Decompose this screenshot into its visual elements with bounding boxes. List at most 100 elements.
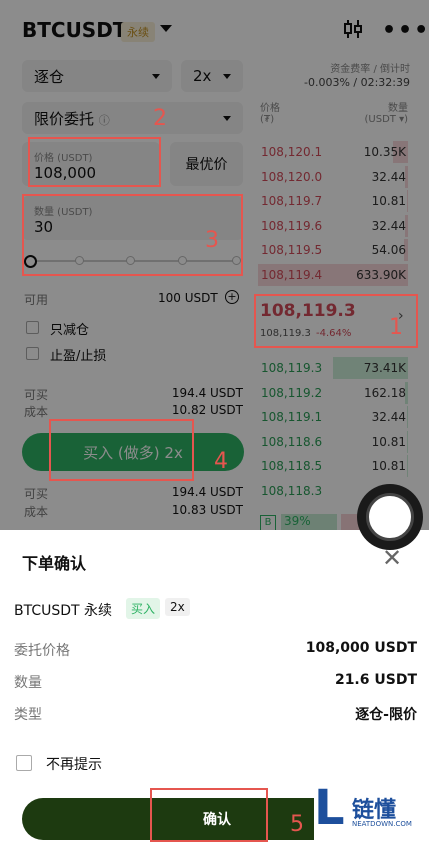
bid-price: 108,118.3 — [261, 483, 323, 498]
bid-row[interactable]: 108,119.3 73.41K — [258, 357, 408, 379]
bid-row[interactable]: 108,119.2 162.18 — [258, 381, 408, 404]
bid-price: 108,119.3 — [261, 361, 323, 375]
ob-qty-header: 数量 — [388, 103, 408, 114]
depth-bar — [406, 430, 408, 453]
bid-row[interactable]: 108,118.6 10.81 — [258, 430, 408, 453]
annotation-number: 1 — [389, 315, 403, 340]
ask-price: 108,119.5 — [261, 243, 323, 257]
buy-ratio-badge: B — [260, 515, 276, 531]
ask-row[interactable]: 108,120.0 32.44 — [258, 165, 408, 188]
margin-mode-select[interactable]: 逐仓 — [22, 60, 172, 92]
ask-qty: 10.35K — [363, 145, 406, 159]
reduce-only-checkbox[interactable] — [26, 321, 39, 334]
tp-sl-label: 止盈/止损 — [50, 349, 107, 364]
available-label: 可用 — [24, 293, 49, 307]
ob-price-unit: (₮) — [260, 114, 275, 125]
perpetual-badge: 永续 — [121, 22, 155, 42]
watermark-logo: L — [314, 780, 345, 836]
info-icon[interactable]: ⓘ — [99, 114, 110, 127]
ask-qty: 10.81 — [371, 194, 406, 208]
ask-row[interactable]: 108,119.4 633.90K — [258, 263, 408, 286]
ask-row[interactable]: 108,119.6 32.44 — [258, 214, 408, 237]
tp-sl-checkbox[interactable] — [26, 347, 39, 360]
reduce-only-label: 只减仓 — [50, 323, 90, 338]
bid-price: 108,118.5 — [261, 459, 323, 473]
bid-qty: 32.44 — [371, 410, 406, 424]
annotation-number: 2 — [153, 106, 167, 131]
best-price-button[interactable]: 最优价 — [170, 142, 243, 186]
annotation-number: 5 — [290, 812, 304, 837]
available-value: 100 USDT — [158, 291, 218, 305]
annotation-box — [150, 788, 268, 842]
sheet-type-label: 类型 — [14, 707, 42, 723]
ask-price: 108,119.6 — [261, 218, 323, 233]
add-funds-icon[interactable]: + — [225, 290, 239, 304]
depth-bar — [406, 406, 408, 428]
bid-row[interactable]: 108,118.5 10.81 — [258, 455, 408, 477]
ask-price: 108,119.4 — [261, 267, 323, 282]
no-remind-label: 不再提示 — [46, 757, 102, 773]
can-buy-value: 194.4 USDT — [171, 485, 243, 499]
cost-label: 成本 — [24, 405, 49, 419]
ask-row[interactable]: 108,119.7 10.81 — [258, 190, 408, 212]
ask-qty: 633.90K — [356, 267, 406, 282]
margin-mode-value: 逐仓 — [34, 67, 65, 86]
more-options-icon[interactable]: ••• — [382, 18, 429, 43]
ask-qty: 54.06 — [371, 243, 406, 257]
ask-row[interactable]: 108,120.1 10.35K — [258, 141, 408, 163]
ob-qty-unit-select[interactable]: (USDT ▾) — [330, 114, 408, 125]
order-type-select[interactable]: 限价委托 ⓘ — [22, 102, 243, 134]
sheet-symbol: BTCUSDT 永续 — [14, 603, 113, 619]
sheet-side-badge: 买入 — [126, 598, 161, 619]
funding-rate-label: 资金费率 / 倒计时 — [330, 64, 410, 75]
ask-qty: 32.44 — [371, 169, 406, 184]
bid-qty: 73.41K — [363, 361, 406, 375]
chevron-down-icon — [152, 73, 160, 79]
chevron-down-icon — [223, 115, 231, 121]
no-remind-checkbox[interactable] — [16, 755, 32, 771]
bid-price: 108,119.1 — [261, 410, 323, 424]
sheet-leverage-badge: 2x — [165, 598, 190, 616]
chevron-down-icon — [223, 73, 231, 79]
depth-bar — [406, 455, 408, 477]
can-buy-value: 194.4 USDT — [171, 386, 243, 400]
sheet-title: 下单确认 — [22, 554, 87, 573]
sheet-price-value: 108,000 USDT — [305, 640, 417, 656]
leverage-value: 2x — [193, 67, 212, 85]
chevron-down-icon[interactable] — [160, 25, 172, 32]
sheet-qty-value: 21.6 USDT — [334, 672, 417, 688]
cost-value: 10.83 USDT — [171, 503, 243, 517]
annotation-box — [49, 419, 194, 481]
annotation-number: 4 — [214, 449, 228, 474]
ask-row[interactable]: 108,119.5 54.06 — [258, 239, 408, 261]
order-confirm-sheet: 下单确认 ✕ BTCUSDT 永续 买入 2x 委托价格 108,000 USD… — [0, 530, 429, 850]
ask-price: 108,120.1 — [261, 145, 323, 159]
sheet-price-label: 委托价格 — [14, 643, 70, 659]
ob-price-header: 价格 — [260, 103, 280, 114]
candlestick-chart-icon[interactable] — [342, 18, 364, 40]
leverage-select[interactable]: 2x — [181, 60, 243, 92]
order-type-value: 限价委托 — [34, 109, 95, 128]
depth-bar — [406, 190, 408, 212]
annotation-number: 3 — [205, 228, 219, 253]
ask-price: 108,119.7 — [261, 194, 323, 208]
symbol-title[interactable]: BTCUSDT — [22, 18, 126, 42]
can-buy-label: 可买 — [24, 388, 49, 402]
watermark-site: NEATDOWN.COM — [352, 820, 412, 828]
watermark: L 链懂 NEATDOWN.COM — [314, 780, 422, 850]
ask-price: 108,120.0 — [261, 169, 323, 184]
ask-qty: 32.44 — [371, 218, 406, 233]
sheet-type-value: 逐仓-限价 — [355, 707, 417, 723]
floating-assistive-button[interactable] — [357, 484, 423, 550]
sheet-qty-label: 数量 — [14, 675, 42, 691]
bid-row[interactable]: 108,119.1 32.44 — [258, 406, 408, 428]
bid-qty: 10.81 — [371, 434, 406, 449]
bid-price: 108,118.6 — [261, 434, 323, 449]
cost-value: 10.82 USDT — [171, 403, 243, 417]
bid-qty: 162.18 — [364, 385, 406, 400]
funding-rate-value: -0.003% / 02:32:39 — [303, 76, 410, 89]
can-buy-label: 可买 — [24, 487, 49, 501]
bid-qty: 10.81 — [371, 459, 406, 473]
cost-label: 成本 — [24, 505, 49, 519]
annotation-box — [28, 137, 161, 187]
